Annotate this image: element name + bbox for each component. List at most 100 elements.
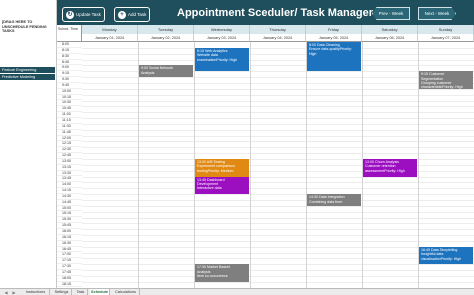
page-title: Appointment Sceduler/ Task Manager xyxy=(177,7,374,19)
day-header-tuesday: Tuesday xyxy=(138,25,194,34)
grid-row-line xyxy=(82,112,474,114)
prev-week-button[interactable]: Prev - Week xyxy=(372,7,410,20)
grid-row-line xyxy=(82,88,474,90)
grid-row-line xyxy=(82,106,474,108)
tab-schedule[interactable]: Schedule xyxy=(90,289,110,295)
grid-row-line xyxy=(82,194,474,196)
pending-tasks-panel[interactable]: [DRAG HERE TO UNSCHEDULE PENDING TASKS F… xyxy=(0,0,57,290)
grid-row-line xyxy=(82,264,474,266)
grid-row-line xyxy=(82,276,474,277)
grid-col-line xyxy=(250,42,251,288)
grid-row-line xyxy=(82,246,474,248)
tab-scroll-right-icon[interactable]: ▶ xyxy=(10,289,18,295)
grid-row-line xyxy=(82,211,474,213)
grid-row-line xyxy=(82,199,474,201)
date-header: January 02, 2024 xyxy=(138,34,194,42)
grid-row-line xyxy=(82,129,474,131)
tab-calculations[interactable]: Calculations xyxy=(112,289,140,295)
appointment-block[interactable]: 9:00 Social Network Analysis xyxy=(139,65,193,78)
day-header-saturday: Saturday xyxy=(362,25,418,34)
appointment-block[interactable]: 14:30 Data Integration Combining data fro… xyxy=(307,194,361,206)
grid-row-line xyxy=(82,77,474,79)
appointment-block[interactable]: 13:45 Dashboard Development Interactive da… xyxy=(195,176,249,195)
sched-time-header: Sched. Time xyxy=(57,25,82,42)
grid-row-line xyxy=(82,100,474,102)
grid-row-line xyxy=(82,47,474,49)
appointment-text: testingPriority: Medium xyxy=(197,168,234,173)
add-task-button[interactable]: + Add Task xyxy=(114,7,151,22)
appointment-block[interactable]: 9:15 Customer Segmentation Grouping custom… xyxy=(419,71,473,89)
day-header-sunday: Sunday xyxy=(418,25,474,34)
grid-row-line xyxy=(82,123,474,125)
grid-row-line xyxy=(82,235,474,237)
appointment-text: examinationPriority: High xyxy=(197,57,237,62)
add-task-label: Add Task xyxy=(128,12,147,17)
grid-row-line xyxy=(82,188,474,190)
appointment-text: assessmentPriority: High xyxy=(365,168,405,173)
unschedule-drop-label: [DRAG HERE TO UNSCHEDULE PENDING TASKS xyxy=(2,20,47,34)
appointment-text: visualisationPriority: High xyxy=(421,256,462,261)
day-header-wednesday: Wednesday xyxy=(194,25,250,34)
scheduler-app: [DRAG HERE TO UNSCHEDULE PENDING TASKS F… xyxy=(0,0,474,295)
grid-row-line xyxy=(82,229,474,231)
appointment-text: Ensure data qualityPriority: xyxy=(309,47,352,52)
date-header: January 06, 2024 xyxy=(362,34,418,42)
appointment-text: Analysis xyxy=(141,70,155,75)
update-task-button[interactable]: ↻ Update Task xyxy=(62,7,105,22)
tab-settings[interactable]: Settings xyxy=(52,289,72,295)
appointment-text: High xyxy=(309,51,317,56)
grid-col-line xyxy=(306,42,307,288)
grid-row-line xyxy=(82,141,474,143)
date-header: January 03, 2024 xyxy=(194,34,250,42)
grid-row-line xyxy=(82,182,474,184)
appointment-block[interactable]: 16:45 Data Storytelling Insightful data vi… xyxy=(419,246,473,265)
appointment-block[interactable]: 13:00 A/B Testing Experiment comparison te… xyxy=(195,159,249,177)
grid-row-line xyxy=(82,153,474,155)
grid-row-line xyxy=(82,176,474,178)
grid-row-line xyxy=(82,223,474,225)
date-header: January 01, 2024 xyxy=(82,34,138,42)
tab-scroll-left-icon[interactable]: ◀ xyxy=(2,289,10,295)
schedule-grid[interactable]: 8:15 Web Analytics Website data examinatio… xyxy=(82,42,474,288)
next-week-button[interactable]: Next - Week xyxy=(418,7,456,20)
grid-row-line xyxy=(82,252,474,254)
refresh-icon: ↻ xyxy=(66,10,74,19)
appointment-block[interactable]: 17:30 Market Basket Analysis Item co-occur… xyxy=(195,264,249,282)
grid-row-line xyxy=(82,59,474,61)
tab-instructions[interactable]: Instructions xyxy=(22,289,50,295)
pending-task-item[interactable]: Predictive Modeling xyxy=(0,74,55,80)
pending-task-item[interactable]: Feature Engineering xyxy=(0,67,55,73)
appointment-block[interactable]: 13:00 Churn Analysis Customer retention as… xyxy=(363,159,417,177)
grid-row-line xyxy=(82,53,474,55)
day-header-thursday: Thursday xyxy=(250,25,306,34)
appointment-block[interactable]: 8:15 Web Analytics Website data examinatio… xyxy=(195,47,249,72)
grid-row-line xyxy=(82,118,474,120)
day-header-friday: Friday xyxy=(306,25,362,34)
plus-icon: + xyxy=(118,10,126,19)
time-slot-label: 18:15 xyxy=(57,282,82,288)
date-header: January 07, 2024 xyxy=(418,34,474,42)
day-header-monday: Monday xyxy=(82,25,138,34)
header-bar: ↻ Update Task + Add Task Appointment Sce… xyxy=(57,0,474,25)
time-column: 8:00 8:15 8:30 8:45 9:00 9:15 9:30 9:45 10:00 10:… xyxy=(57,42,82,288)
tab-task[interactable]: Task xyxy=(74,289,88,295)
sheet-tabs: ◀ ▶ Instructions Settings Task Schedule Calc… xyxy=(0,288,474,295)
appointment-text: Combining data from xyxy=(309,199,343,204)
appointment-text: characteristicPriority: High xyxy=(421,85,463,89)
grid-row-line xyxy=(82,270,474,272)
grid-row-line xyxy=(82,94,474,96)
grid-col-line xyxy=(138,42,139,288)
appointment-block[interactable]: 8:00 Data Cleaning Ensure data qualityPri… xyxy=(307,42,361,72)
grid-row-line xyxy=(82,147,474,149)
grid-row-line xyxy=(82,135,474,137)
grid-row-line xyxy=(82,205,474,207)
grid-row-line xyxy=(82,82,474,84)
appointment-text: Interactive data xyxy=(197,186,222,191)
grid-row-line xyxy=(82,281,474,283)
grid-row-line xyxy=(82,217,474,219)
date-header: January 04, 2024 xyxy=(250,34,306,42)
grid-row-line xyxy=(82,240,474,242)
grid-row-line xyxy=(82,258,474,260)
appointment-text: Item co-occurrence xyxy=(197,274,228,279)
update-task-label: Update Task xyxy=(76,12,101,17)
